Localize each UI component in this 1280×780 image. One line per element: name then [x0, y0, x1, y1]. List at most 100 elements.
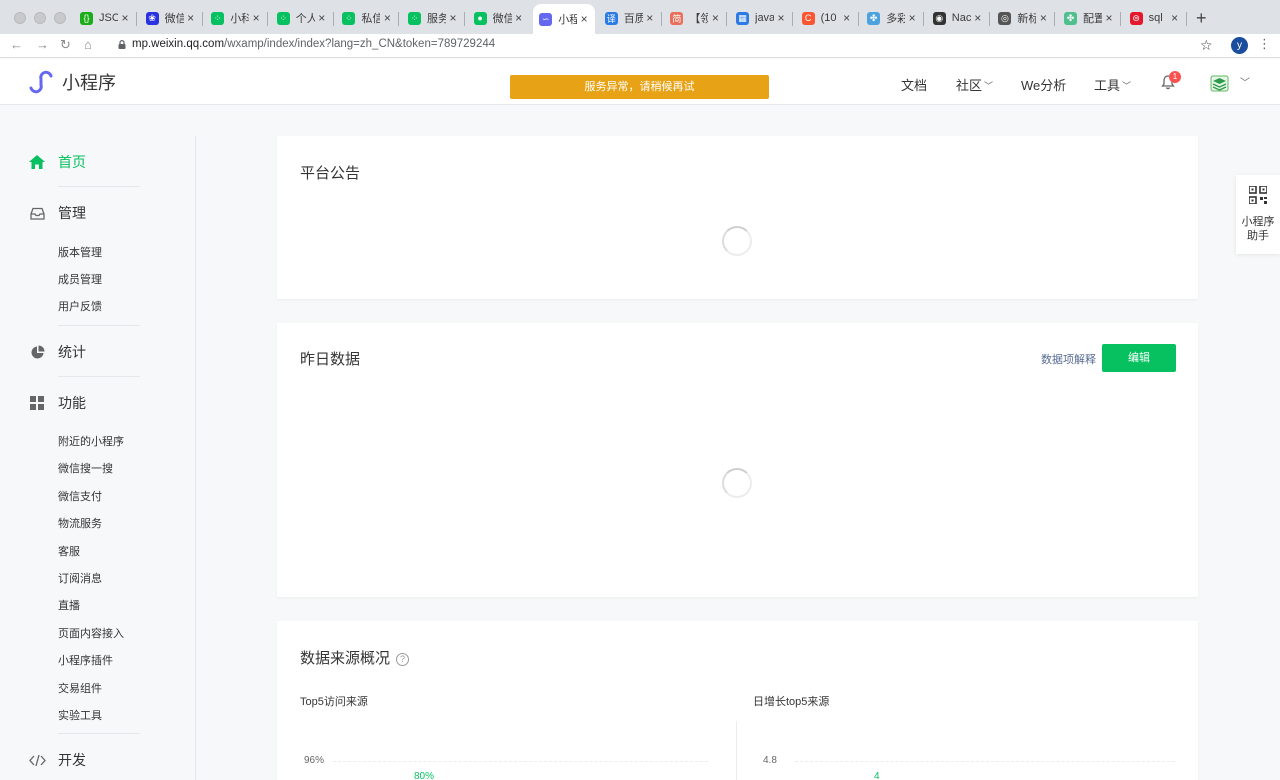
browser-tab[interactable]: ⁘ 私信 ×: [336, 6, 400, 30]
close-tab-icon[interactable]: ×: [249, 11, 263, 25]
browser-tab[interactable]: ∽ 小程 ×: [533, 4, 596, 34]
browser-tab[interactable]: 简【领 ×: [664, 6, 728, 30]
yesterday-data-card: 昨日数据 数据项解释 编辑: [277, 323, 1198, 597]
sidebar-item-page-content[interactable]: 页面内容接入: [58, 625, 124, 641]
sidebar-item-wechat-search[interactable]: 微信搜一搜: [58, 460, 113, 476]
browser-tab[interactable]: ◉ Nac ×: [927, 6, 990, 30]
nav-we-analytics[interactable]: We分析: [1021, 75, 1066, 94]
home-icon[interactable]: ⌂: [84, 37, 92, 52]
daily-growth-top5-title: 日增长top5来源: [753, 696, 830, 708]
sidebar-item-logistics[interactable]: 物流服务: [58, 515, 102, 531]
browser-tab[interactable]: ⁘ 个人 ×: [271, 6, 334, 30]
nav-community[interactable]: 社区 ﹀: [956, 75, 993, 94]
close-tab-icon[interactable]: ×: [1036, 11, 1050, 25]
browser-tab[interactable]: ● 微信 ×: [468, 6, 530, 30]
browser-tab[interactable]: C (10 ×: [796, 6, 859, 30]
tab-separator: [726, 12, 728, 26]
browser-tab-title: 多彩: [886, 13, 906, 25]
browser-menu-icon[interactable]: ⋮: [1258, 36, 1271, 52]
sidebar: 首页 管理 版本管理 成员管理 用户反馈 统计 功能 附近的小程序 微信搜一搜 …: [0, 106, 196, 780]
browser-tab[interactable]: ⊜ sql ×: [1124, 6, 1187, 30]
sidebar-item-live[interactable]: 直播: [58, 597, 80, 613]
close-tab-icon[interactable]: ×: [1168, 11, 1182, 25]
minimize-window-button[interactable]: [34, 12, 46, 24]
close-tab-icon[interactable]: ×: [643, 11, 657, 25]
browser-tab[interactable]: 译百质 ×: [599, 6, 662, 30]
new-tab-button[interactable]: +: [1196, 8, 1207, 29]
close-tab-icon[interactable]: ×: [840, 11, 854, 25]
url-path: /wxamp/index/index?lang=zh_CN&token=7897…: [224, 38, 496, 50]
sidebar-item-lab-tools[interactable]: 实验工具: [58, 707, 102, 723]
browser-tab[interactable]: ▦ java ×: [730, 6, 793, 30]
service-alert-banner: 服务异常，请稍候再试: [510, 75, 769, 99]
account-avatar-icon[interactable]: [1210, 75, 1229, 92]
data-source-card: 数据来源概况? Top5访问来源 96% 80% 日增长top5来源 4.8 4: [277, 621, 1198, 780]
sidebar-item-home[interactable]: 首页: [28, 152, 86, 172]
close-tab-icon[interactable]: ×: [1102, 11, 1116, 25]
browser-tab-title: 【领: [689, 13, 709, 25]
sidebar-item-nearby-miniprogram[interactable]: 附近的小程序: [58, 433, 124, 449]
close-window-button[interactable]: [14, 12, 26, 24]
sidebar-item-wechat-pay[interactable]: 微信支付: [58, 488, 102, 504]
back-icon[interactable]: ←: [10, 37, 23, 52]
assistant-label-line1: 小程序: [1241, 216, 1275, 228]
sidebar-item-version-management[interactable]: 版本管理: [58, 244, 102, 260]
sidebar-item-manage[interactable]: 管理: [28, 203, 86, 223]
code-icon: [28, 751, 46, 769]
browser-tab[interactable]: ✤ 多彩 ×: [861, 6, 925, 30]
nav-tools[interactable]: 工具 ﹀: [1094, 75, 1131, 94]
right-chart-data-label: 4: [874, 771, 880, 780]
window-controls: [14, 12, 66, 24]
close-tab-icon[interactable]: ×: [315, 11, 329, 25]
close-tab-icon[interactable]: ×: [971, 11, 985, 25]
help-icon[interactable]: ?: [396, 653, 410, 666]
sidebar-item-member-management[interactable]: 成员管理: [58, 271, 102, 287]
brand-logo[interactable]: 小程序: [28, 69, 116, 95]
close-tab-icon[interactable]: ×: [184, 11, 198, 25]
browser-tab-title: 小程: [558, 14, 578, 26]
data-explain-link[interactable]: 数据项解释: [1041, 351, 1096, 367]
browser-tab[interactable]: ◎ 新标 ×: [992, 6, 1056, 30]
close-tab-icon[interactable]: ×: [577, 12, 591, 26]
nav-community-label: 社区: [956, 78, 983, 93]
browser-tab[interactable]: ❀ 微信 ×: [140, 6, 203, 30]
browser-tab-title: sql: [1148, 12, 1163, 24]
url-field[interactable]: mp.weixin.qq.com/wxamp/index/index?lang=…: [132, 38, 495, 50]
miniprogram-assistant[interactable]: 小程序 助手: [1236, 175, 1280, 254]
browser-tab[interactable]: ⁘ 小科 ×: [205, 6, 269, 30]
sidebar-item-trade-component[interactable]: 交易组件: [58, 680, 102, 696]
nav-docs[interactable]: 文档: [901, 75, 927, 94]
announcement-title: 平台公告: [300, 165, 361, 182]
nav-tools-label: 工具: [1094, 78, 1121, 93]
forward-icon[interactable]: →: [36, 37, 49, 52]
close-tab-icon[interactable]: ×: [118, 11, 132, 25]
close-tab-icon[interactable]: ×: [446, 11, 460, 25]
sidebar-item-plugins[interactable]: 小程序插件: [58, 652, 113, 668]
browser-tab-title: java: [755, 12, 774, 24]
edit-button[interactable]: 编辑: [1102, 344, 1176, 372]
sidebar-item-user-feedback[interactable]: 用户反馈: [58, 298, 102, 314]
close-tab-icon[interactable]: ×: [512, 11, 526, 25]
sidebar-item-stats[interactable]: 统计: [28, 342, 86, 362]
close-tab-icon[interactable]: ×: [905, 11, 919, 25]
bookmark-star-icon[interactable]: ☆: [1200, 37, 1213, 54]
close-tab-icon[interactable]: ×: [380, 11, 394, 25]
browser-tab[interactable]: {} JSO ×: [74, 6, 137, 30]
reload-icon[interactable]: ↻: [60, 37, 71, 53]
lock-icon[interactable]: [118, 40, 126, 49]
chart-splitter: [736, 721, 737, 780]
browser-tab[interactable]: ✤ 配置 ×: [1058, 6, 1121, 30]
data-source-title: 数据来源概况?: [300, 647, 410, 668]
sidebar-item-features[interactable]: 功能: [28, 393, 86, 413]
close-tab-icon[interactable]: ×: [774, 11, 788, 25]
browser-tab-title: 配置: [1083, 13, 1102, 25]
browser-tab[interactable]: ⁘ 服务 ×: [402, 6, 465, 30]
sidebar-item-develop[interactable]: 开发: [28, 750, 86, 770]
account-chevron-down-icon[interactable]: ﹀: [1240, 74, 1250, 89]
tab-separator: [267, 12, 269, 26]
close-tab-icon[interactable]: ×: [708, 11, 722, 25]
zoom-window-button[interactable]: [54, 12, 66, 24]
sidebar-item-subscribe-message[interactable]: 订阅消息: [58, 570, 102, 586]
profile-avatar[interactable]: y: [1231, 37, 1248, 54]
sidebar-item-customer-service[interactable]: 客服: [58, 543, 80, 559]
